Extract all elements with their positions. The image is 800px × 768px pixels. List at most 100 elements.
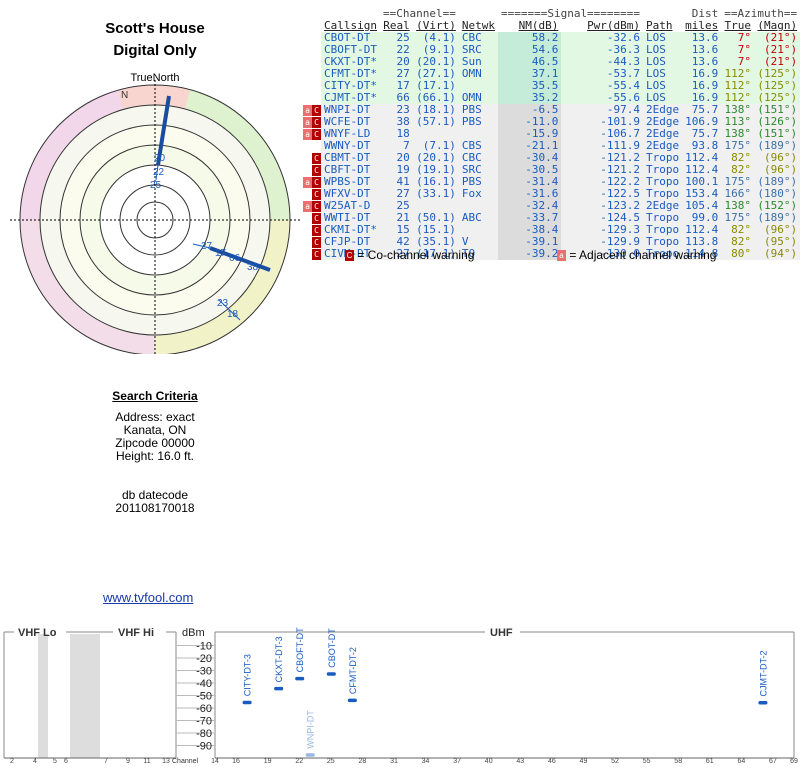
dbm-tick-label: -10 [196,641,212,653]
uhf-tick-label: 46 [548,758,556,765]
vhf-lo-label: VHF Lo [18,627,57,639]
uhf-tick-label: 25 [327,758,335,765]
cell-net: PBS [458,116,498,128]
dbm-tick-label: -20 [196,653,212,665]
signal-bar [242,700,252,705]
warning-cell [303,92,321,104]
page-title: Scott's House [105,20,205,37]
co-channel-warning-icon: C [312,200,321,212]
signal-bar [326,672,336,676]
uhf-tick-label: 22 [295,758,303,765]
warning-cell: aC [303,176,321,188]
tvfool-link[interactable]: www.tvfool.com [103,590,193,605]
signal-bar [295,676,305,681]
polar-label: 17 [215,248,227,259]
warning-cell: aC [303,200,321,212]
uhf-tick-label: 14 [211,758,219,765]
vhf-tick-label: 11 [143,758,150,765]
signal-bar [305,753,315,757]
uhf-tick-label: 58 [674,758,682,765]
vhf-tick-label: 13 [162,758,170,765]
uhf-label: UHF [490,627,513,639]
uhf-tick-label: 43 [516,758,524,765]
cell-net: Fox [458,188,498,200]
db-datecode-value: 201108170018 [115,501,195,515]
page-subtitle: Digital Only [113,42,197,59]
co-channel-warning-icon: C [312,188,321,200]
dbm-tick-label: -50 [196,691,212,703]
uhf-tick-label: 37 [453,758,461,765]
co-channel-warning-icon: C [312,152,321,164]
polar-label: 66 [229,253,241,264]
signal-bar-label: CBOT-DT [327,628,337,668]
uhf-tick-label: 40 [485,758,493,765]
signal-bar-label: CITY-DT-3 [243,654,253,696]
warning-cell: C [303,188,321,200]
cell-true: 80° [721,248,755,260]
vhf-hi-label: VHF Hi [118,627,154,639]
polar-label: 27 [201,241,213,252]
uhf-tick-label: 61 [706,758,714,765]
spectrum-chart: VHF Lo VHF Hi UHF dBm Channel -10-20-30-… [3,627,798,765]
cell-net: OMN [458,68,498,80]
warning-cell [303,80,321,92]
vhf-tick-label: 4 [33,758,37,765]
signal-bar-label: WNPI-DT [306,710,316,749]
dbm-tick-label: -60 [196,703,212,715]
dbm-tick-label: -70 [196,716,212,728]
uhf-tick-label: 69 [790,758,798,765]
cell-virt: (57.1) [412,116,459,128]
vhf-tick-label: 9 [126,758,130,765]
dbm-label: dBm [182,627,205,639]
dbm-tick-label: -40 [196,678,212,690]
north-marker: N [121,90,128,101]
polar-label: 22 [153,167,165,178]
uhf-tick-label: 55 [643,758,651,765]
warning-cell: C [303,212,321,224]
station-table: ==Channel== =======Signal======== Dist =… [303,8,800,260]
uhf-tick-label: 16 [232,758,240,765]
warning-cell: C [303,164,321,176]
polar-label: 38 [247,262,259,273]
adjacent-channel-warning-icon: a [303,176,312,188]
signal-bar-label: CFMT-DT-2 [348,647,358,694]
signal-bar [347,698,357,703]
dbm-tick-label: -30 [196,666,212,678]
adjacent-channel-warning-icon: a [303,128,312,140]
cell-nm: -39.2 [497,248,562,260]
warning-cell [303,32,321,44]
co-channel-warning-icon: C [312,104,321,116]
uhf-tick-label: 49 [580,758,588,765]
warning-cell: C [303,236,321,248]
adjacent-channel-warning-icon: a [303,104,312,116]
warning-cell: aC [303,116,321,128]
warning-cell [303,68,321,80]
warning-cell: aC [303,128,321,140]
dbm-tick-label: -80 [196,728,212,740]
signal-bar [758,701,768,705]
uhf-tick-label: 64 [737,758,745,765]
warning-cell [303,56,321,68]
adjacent-channel-icon: a [557,250,566,262]
adjacent-channel-warning-icon: a [303,200,312,212]
uhf-tick-label: 52 [611,758,619,765]
signal-bar-label: CJMT-DT-2 [758,651,768,697]
polar-label: 18 [227,309,239,320]
uhf-tick-label: 28 [358,758,366,765]
co-channel-warning-icon: C [312,176,321,188]
vhf-tick-label: 5 [53,758,57,765]
warning-cell: aC [303,104,321,116]
uhf-tick-label: 31 [390,758,398,765]
co-channel-icon: C [345,250,354,262]
warning-cell [303,44,321,56]
co-channel-warning-icon: C [312,212,321,224]
adjacent-channel-warning-icon: a [303,116,312,128]
signal-bar-label: CKXT-DT-3 [274,636,284,682]
warning-cell: C [303,152,321,164]
polar-label: 23 [217,298,229,309]
adjacent-channel-legend-text: = Adjacent channel warning [569,248,717,262]
uhf-tick-label: 67 [769,758,777,765]
signal-bar [274,686,284,691]
co-channel-warning-icon: C [312,236,321,248]
co-channel-warning-icon: C [312,248,321,260]
